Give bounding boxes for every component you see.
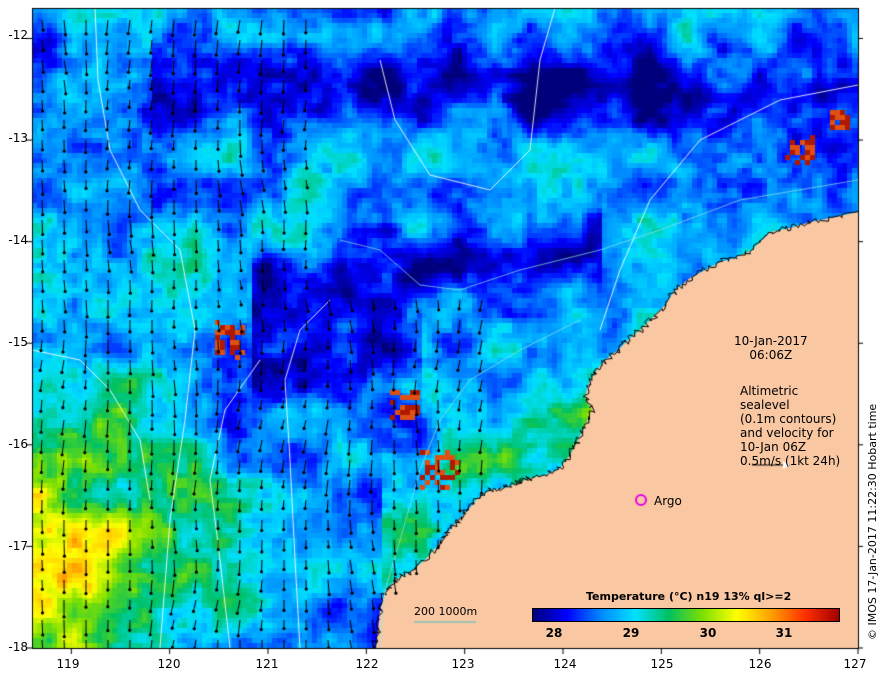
colorbar-tick-label: 29: [622, 626, 640, 640]
lat-tick-label: -14: [8, 233, 28, 247]
lon-tick-label: 123: [451, 657, 475, 671]
altimetry-annotation: Altimetric sealevel (0.1m contours) and …: [740, 384, 850, 468]
alti-line: 0.5m/s (1kt 24h): [740, 454, 841, 468]
lon-tick-label: 124: [553, 657, 577, 671]
lat-tick-label: -16: [8, 437, 28, 451]
contour-1000-label: 1000m: [438, 605, 478, 618]
lat-tick-label: -12: [8, 28, 28, 42]
lon-tick-label: 121: [255, 657, 279, 671]
colorbar-tick-label: 31: [775, 626, 793, 640]
lat-tick-label: -15: [8, 335, 28, 349]
lat-tick-label: -13: [8, 131, 28, 145]
colorbar-title: Temperature (°C) n19 13% ql>=2: [586, 590, 792, 603]
lon-tick-label: 127: [843, 657, 867, 671]
alti-line: Altimetric sealevel: [740, 384, 799, 412]
alti-line: and velocity for: [740, 426, 834, 440]
colorbar-tick-label: 30: [699, 626, 717, 640]
imos-credit: © IMOS 17-Jan-2017 11:22:30 Hobart time: [866, 403, 879, 640]
date-text: 10-Jan-2017: [734, 334, 808, 348]
temperature-colorbar: [532, 608, 840, 622]
time-text: 06:06Z: [749, 348, 793, 362]
lat-tick-label: -18: [8, 640, 28, 654]
lon-tick-label: 119: [56, 657, 80, 671]
lon-tick-label: 126: [748, 657, 772, 671]
alti-line: 10-Jan 06Z: [740, 440, 807, 454]
depth-contour-legend: 200 1000m: [414, 605, 477, 619]
lat-tick-label: -17: [8, 539, 28, 553]
contour-200-label: 200: [414, 605, 435, 618]
alti-line: (0.1m contours): [740, 412, 837, 426]
argo-label: Argo: [654, 494, 682, 508]
lon-tick-label: 120: [157, 657, 181, 671]
lon-tick-label: 122: [355, 657, 379, 671]
timestamp-annotation: 10-Jan-2017 06:06Z: [734, 334, 808, 362]
lon-tick-label: 125: [650, 657, 674, 671]
colorbar-tick-label: 28: [545, 626, 563, 640]
